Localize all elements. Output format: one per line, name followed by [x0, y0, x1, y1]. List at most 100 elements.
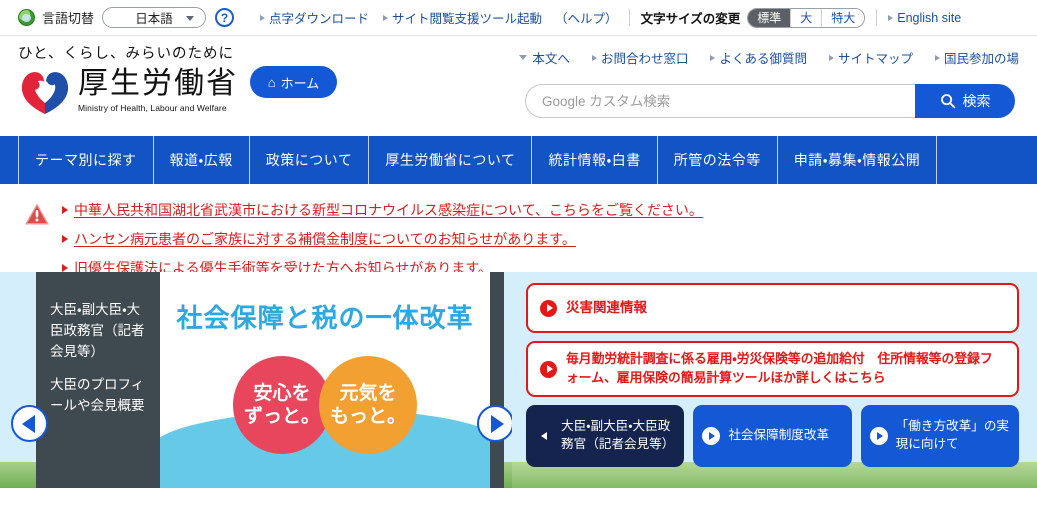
home-button[interactable]: ⌂ ホーム [250, 66, 337, 98]
chevron-right-icon [490, 414, 504, 433]
header-links: 本文へ お問合わせ窓口 よくある御質問 サイトマップ 国民参加の場 [519, 48, 1019, 67]
alert-item[interactable]: 中華人民共和国湖北省武漢市における新型コロナウイルス感染症について、こちらをご覧… [62, 200, 703, 220]
search-button-label: 検索 [962, 93, 991, 109]
search-bar: 検索 [525, 84, 1015, 118]
carousel-next-button[interactable] [477, 405, 512, 442]
prev-slide-title: 大臣・副大臣・大臣政務官（記者会見等） [50, 302, 145, 359]
main-content: 大臣・副大臣・大臣政務官（記者会見等） 大臣のプロフィールや会見概要 社会保障と… [0, 272, 1037, 488]
header-link-contact[interactable]: お問合わせ窓口 [591, 48, 689, 67]
font-size-extra-large-button[interactable]: 特大 [822, 8, 865, 27]
header-link-sitemap[interactable]: サイトマップ [828, 48, 913, 67]
monthly-labour-survey-box[interactable]: 毎月勤労統計調査に係る雇用・労災保険等の追加給付 住所情報等の登録フォーム、雇用… [526, 341, 1019, 397]
arrow-right-icon [383, 14, 389, 21]
font-size-standard-button[interactable]: 標準 [748, 8, 792, 27]
divider [628, 9, 630, 26]
english-site-label: English site [897, 10, 962, 25]
blue-boxes-row: 大臣・副大臣・大臣政務官（記者会見等） 社会保障制度改革 「働き方改革」の実現に… [526, 405, 1019, 467]
work-style-reform-box[interactable]: 「働き方改革」の実現に向けて [860, 405, 1019, 467]
search-icon [940, 94, 955, 109]
header-link-faq[interactable]: よくある御質問 [710, 48, 807, 67]
prev-slide-subtitle: 大臣のプロフィールや会見概要 [50, 376, 145, 413]
arrow-down-icon [519, 55, 528, 60]
circle-line2: もっと。 [329, 405, 406, 427]
home-icon: ⌂ [267, 74, 276, 90]
circle-line2: ずっと。 [243, 405, 320, 427]
circle-line1: 元気を [339, 383, 397, 405]
site-header: ひと、くらし、みらいのために 厚生労働省 Ministry of Health,… [0, 36, 1037, 136]
globe-icon [18, 9, 35, 26]
nav-item-theme[interactable]: テーマ別に探す [18, 136, 153, 184]
arrow-right-icon [260, 14, 266, 21]
disaster-info-box[interactable]: 災害関連情報 [526, 283, 1019, 333]
nav-item-applications[interactable]: 申請・募集・情報公開 [776, 136, 938, 184]
arrow-right-icon [888, 14, 894, 21]
minister-box-label: 大臣・副大臣・大臣政務官（記者会見等） [561, 419, 675, 451]
ministry-name-ja: 厚生労働省 [78, 67, 238, 100]
carousel-left-gutter [0, 272, 14, 462]
font-size-large-button[interactable]: 大 [791, 8, 823, 27]
arrow-right-icon [62, 235, 68, 243]
social-security-reform-box[interactable]: 社会保障制度改革 [693, 405, 852, 467]
social-security-reform-label: 社会保障制度改革 [728, 428, 830, 443]
language-switch-label: 言語切替 [42, 11, 95, 26]
nav-item-laws[interactable]: 所管の法令等 [656, 136, 777, 184]
header-link-to-main-content[interactable]: 本文へ [519, 48, 570, 67]
help-icon[interactable]: ? [215, 8, 235, 27]
divider [876, 9, 878, 26]
arrow-circle-icon [702, 427, 721, 445]
slide-title: 社会保障と税の一体改革 [176, 303, 474, 333]
circle-genki: 元気を もっと。 [319, 356, 417, 454]
alert-item[interactable]: ハンセン病元患者のご家族に対する補償金制度についてのお知らせがあります。 [62, 229, 703, 249]
disaster-info-label: 災害関連情報 [566, 300, 647, 316]
arrow-right-icon [710, 54, 716, 61]
chevron-left-icon [22, 414, 35, 433]
language-select-value: 日本語 [135, 12, 173, 26]
arrow-circle-icon [869, 427, 888, 445]
carousel-prev-button[interactable] [11, 405, 48, 442]
carousel-active-slide[interactable]: 社会保障と税の一体改革 安心を ずっと。 元気を もっと。 [160, 272, 490, 488]
font-size-label: 文字サイズの変更 [640, 12, 741, 26]
chevron-left-icon [535, 427, 553, 445]
tagline: ひと、くらし、みらいのために [18, 46, 234, 62]
header-link-label: お問合わせ窓口 [600, 52, 689, 66]
search-button[interactable]: 検索 [915, 84, 1015, 118]
top-link-braille-download[interactable]: 点字ダウンロード [260, 8, 369, 27]
language-select[interactable]: 日本語 [102, 7, 207, 28]
global-navigation: テーマ別に探す 報道・広報 政策について 厚生労働省について 統計情報・白書 所… [0, 136, 1037, 184]
top-utility-bar: 言語切替 日本語 ? 点字ダウンロード サイト閲覧支援ツール起動 （ヘルプ） 文… [0, 0, 1037, 36]
hero-carousel: 大臣・副大臣・大臣政務官（記者会見等） 大臣のプロフィールや会見概要 社会保障と… [0, 272, 512, 488]
ministry-name-en: Ministry of Health, Labour and Welfare [78, 103, 227, 113]
slide-circles: 安心を ずっと。 元気を もっと。 [233, 356, 417, 454]
header-link-label: サイトマップ [837, 52, 913, 66]
minister-box[interactable]: 大臣・副大臣・大臣政務官（記者会見等） [526, 405, 685, 467]
search-input[interactable] [525, 84, 915, 118]
carousel-prev-slide-panel[interactable]: 大臣・副大臣・大臣政務官（記者会見等） 大臣のプロフィールや会見概要 [36, 272, 160, 488]
nav-item-statistics[interactable]: 統計情報・白書 [531, 136, 656, 184]
right-column: 災害関連情報 毎月勤労統計調査に係る雇用・労災保険等の追加給付 住所情報等の登録… [512, 272, 1037, 488]
top-link-label: 点字ダウンロード [269, 12, 370, 26]
arrow-right-icon [828, 54, 834, 61]
english-site-link[interactable]: English site [888, 11, 961, 25]
top-links: 点字ダウンロード サイト閲覧支援ツール起動 （ヘルプ） [260, 8, 618, 27]
header-link-label: よくある御質問 [719, 52, 807, 66]
arrow-circle-icon [540, 299, 557, 317]
nav-item-policy[interactable]: 政策について [248, 136, 369, 184]
nav-item-about-ministry[interactable]: 厚生労働省について [368, 136, 531, 184]
arrow-right-icon [934, 54, 940, 61]
arrow-right-icon [62, 264, 68, 272]
header-link-public-participation[interactable]: 国民参加の場 [934, 48, 1019, 67]
top-link-browsing-support-tool[interactable]: サイト閲覧支援ツール起動 [383, 8, 542, 27]
alert-link-covid19[interactable]: 中華人民共和国湖北省武漢市における新型コロナウイルス感染症について、こちらをご覧… [74, 200, 703, 220]
header-link-label: 国民参加の場 [943, 52, 1019, 66]
arrow-right-icon [591, 54, 597, 61]
brand-block: ひと、くらし、みらいのために 厚生労働省 Ministry of Health,… [18, 42, 238, 117]
warning-icon [25, 203, 49, 225]
carousel-next-slide-panel[interactable] [490, 272, 504, 488]
home-button-label: ホーム [280, 75, 320, 91]
top-link-help[interactable]: （ヘルプ） [555, 8, 618, 27]
header-link-label: 本文へ [532, 52, 570, 66]
nav-item-press[interactable]: 報道・広報 [152, 136, 249, 184]
alert-link-hansen-disease[interactable]: ハンセン病元患者のご家族に対する補償金制度についてのお知らせがあります。 [74, 229, 576, 249]
chevron-down-icon [186, 15, 195, 21]
mhlw-logo-icon [21, 72, 69, 114]
